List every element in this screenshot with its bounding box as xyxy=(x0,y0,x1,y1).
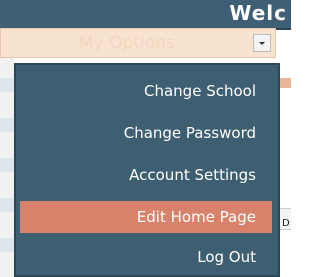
options-dropdown-button[interactable] xyxy=(253,34,271,52)
background-edge-letter: D xyxy=(282,218,290,229)
menu-item-account-settings[interactable]: Account Settings xyxy=(20,159,272,191)
menu-item-change-school[interactable]: Change School xyxy=(20,75,272,107)
background-stripe xyxy=(0,238,14,252)
header-bar: Welc xyxy=(0,0,291,30)
background-stripe xyxy=(0,198,14,212)
chevron-down-icon xyxy=(259,42,265,45)
background-stripe xyxy=(0,158,14,172)
welcome-text: Welc xyxy=(229,1,287,25)
background-left-edge xyxy=(0,58,14,277)
background-right-edge: D xyxy=(280,58,291,277)
background-stripe xyxy=(0,118,14,132)
menu-item-edit-home-page[interactable]: Edit Home Page xyxy=(20,201,272,233)
menu-item-change-password[interactable]: Change Password xyxy=(20,117,272,149)
my-options-menu: Change School Change Password Account Se… xyxy=(14,63,280,277)
background-stripe xyxy=(280,78,291,88)
background-stripe xyxy=(0,78,14,92)
menu-item-log-out[interactable]: Log Out xyxy=(20,241,272,273)
my-options-select[interactable]: My Options xyxy=(0,28,276,58)
my-options-label: My Options xyxy=(79,33,175,53)
